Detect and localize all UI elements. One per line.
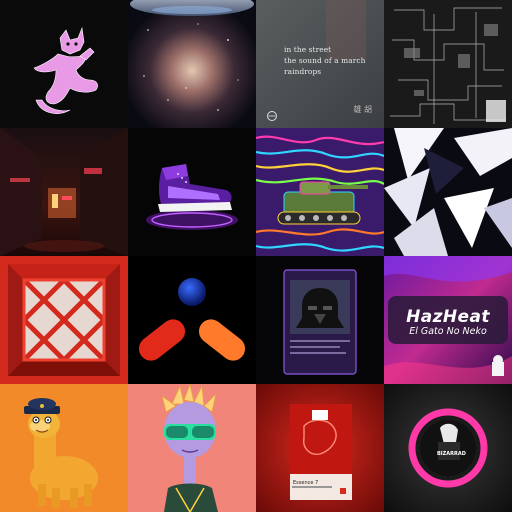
tile-nebula-galaxy[interactable] (128, 0, 256, 128)
poem-signature: 雄 胡 (353, 105, 372, 114)
tile-red-box-mirror[interactable] (0, 256, 128, 384)
vader-card-art (256, 256, 384, 384)
poem-text: in the street the sound of a march raind… (284, 45, 366, 76)
tile-purple-sneaker[interactable] (128, 128, 256, 256)
essence-title: Essence 7 (293, 480, 319, 486)
tile-pills-and-sphere[interactable] (128, 256, 256, 384)
essence-art (256, 384, 384, 512)
tank-art (256, 128, 384, 256)
tile-alien-sunglasses[interactable] (128, 384, 256, 512)
hazheat-subtitle: El Gato No Neko (409, 326, 487, 337)
tile-vader-card[interactable] (256, 256, 384, 384)
nebula-art (128, 0, 256, 128)
tile-hazheat-card[interactable]: HazHeat El Gato No Neko (384, 256, 512, 384)
tile-psychedelic-tank[interactable] (256, 128, 384, 256)
hazheat-title: HazHeat (406, 307, 490, 327)
tile-pink-cat-dancer[interactable] (0, 0, 128, 128)
neon-alley-art (0, 128, 128, 256)
bizarrad-badge: BIZARRAD (437, 451, 466, 457)
tile-poem-card[interactable]: in the street the sound of a march raind… (256, 0, 384, 128)
tile-essence-card[interactable]: Essence 7 (256, 384, 384, 512)
pills-art (128, 256, 256, 384)
sneaker-art (128, 128, 256, 256)
tile-bizarrad-ring[interactable]: BIZARRAD (384, 384, 512, 512)
red-box-art (0, 256, 128, 384)
pink-cat-art (0, 0, 128, 128)
tile-monochrome-abstract[interactable] (384, 0, 512, 128)
monochrome-art (384, 0, 512, 128)
alien-art (128, 384, 256, 512)
tile-shattered-shapes[interactable] (384, 128, 512, 256)
llama-art (0, 384, 128, 512)
bizarrad-art (384, 384, 512, 512)
tile-police-llama[interactable] (0, 384, 128, 512)
shattered-art (384, 128, 512, 256)
tile-neon-alley[interactable] (0, 128, 128, 256)
nft-gallery-grid: in the street the sound of a march raind… (0, 0, 512, 512)
